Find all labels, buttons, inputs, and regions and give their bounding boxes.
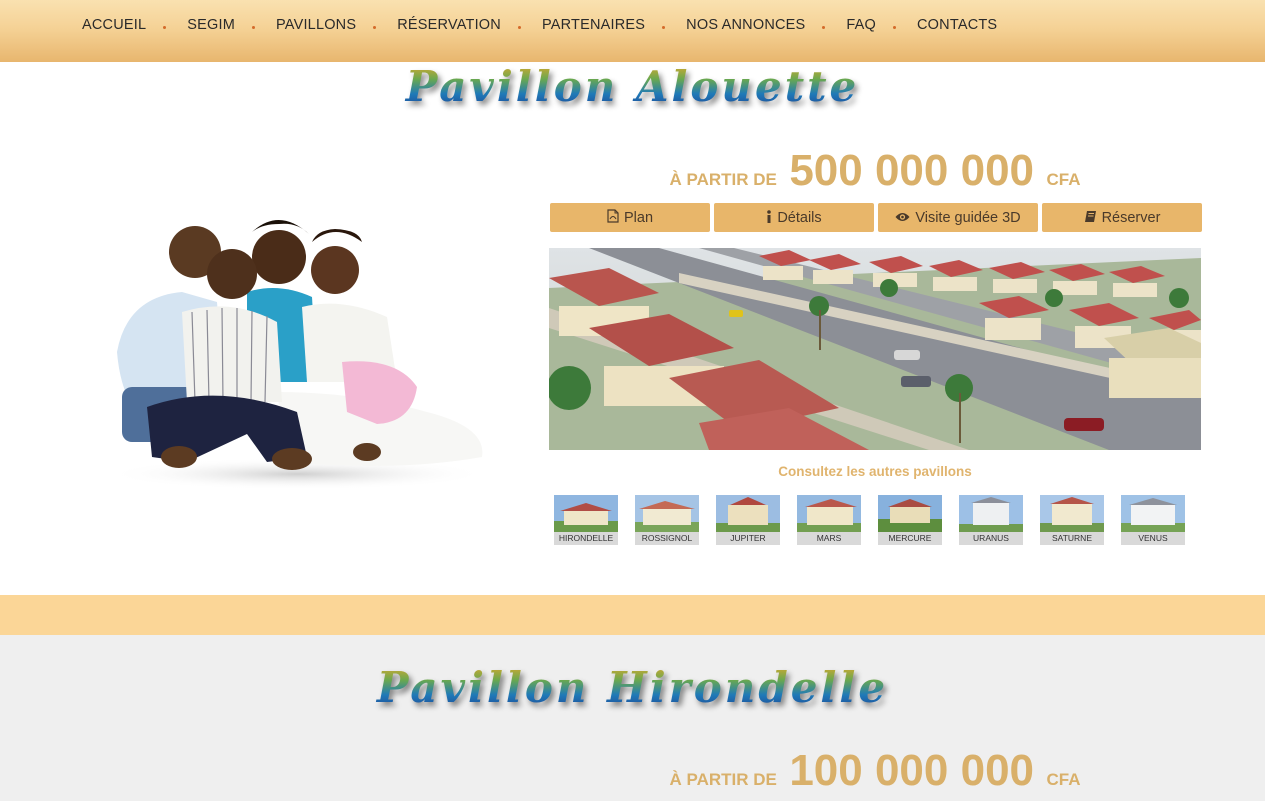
nav-separator: [517, 26, 521, 29]
thumbnail-jupiter[interactable]: JUPITER: [716, 495, 780, 545]
thumbnail-hirondelle[interactable]: HIRONDELLE: [554, 495, 618, 545]
book-icon: [1084, 210, 1097, 226]
visite-3d-button[interactable]: Visite guidée 3D: [878, 203, 1038, 232]
pavillon-title: Pavillon Alouette: [0, 62, 1265, 111]
eye-icon: [895, 211, 910, 225]
nav-separator: [822, 26, 826, 29]
nav-separator: [373, 26, 377, 29]
thumbnail-saturne[interactable]: SATURNE: [1040, 495, 1104, 545]
nav-item-nos-annonces[interactable]: NOS ANNONCES: [686, 17, 805, 33]
section-divider-band: [0, 595, 1265, 635]
thumbnail-mercure[interactable]: MERCURE: [878, 495, 942, 545]
thumbnail-label: JUPITER: [716, 532, 780, 545]
thumbnail-rossignol[interactable]: ROSSIGNOL: [635, 495, 699, 545]
thumbnail-label: URANUS: [959, 532, 1023, 545]
info-icon: [766, 209, 772, 226]
thumbnail-label: MARS: [797, 532, 861, 545]
thumbnail-label: SATURNE: [1040, 532, 1104, 545]
file-pdf-icon: [607, 209, 619, 226]
nav-item-partenaires[interactable]: PARTENAIRES: [542, 17, 645, 33]
thumbnail-uranus[interactable]: URANUS: [959, 495, 1023, 545]
reserver-button[interactable]: Réserver: [1042, 203, 1202, 232]
plan-button-label: Plan: [623, 209, 654, 226]
thumbnail-venus[interactable]: VENUS: [1121, 495, 1185, 545]
nav-item-pavillons[interactable]: PAVILLONS: [276, 17, 356, 33]
thumbnail-label: MERCURE: [878, 532, 942, 545]
nav-separator: [893, 26, 897, 29]
nav-separator: [163, 26, 167, 29]
nav-item-segim[interactable]: SEGIM: [187, 17, 235, 33]
nav-item-accueil[interactable]: ACCUEIL: [82, 17, 146, 33]
estate-render-image: [549, 248, 1201, 450]
price-prefix: À PARTIR DE: [669, 170, 777, 189]
nav-item-contacts[interactable]: CONTACTS: [917, 17, 997, 33]
nav-separator: [662, 26, 666, 29]
nav-separator: [251, 26, 255, 29]
price-amount: 100 000 000: [789, 746, 1035, 795]
price-prefix: À PARTIR DE: [669, 770, 777, 789]
details-button-label: Détails: [777, 209, 822, 226]
action-buttons: Plan Détails Visite guidée 3D Réserver: [550, 203, 1202, 232]
nav-item-faq[interactable]: FAQ: [846, 17, 876, 33]
price-amount: 500 000 000: [789, 146, 1035, 195]
other-pavillons-label: Consultez les autres pavillons: [778, 464, 972, 479]
reserver-button-label: Réserver: [1101, 209, 1161, 226]
thumbnail-label: ROSSIGNOL: [635, 532, 699, 545]
price-currency: CFA: [1046, 770, 1081, 789]
other-pavillons-thumbnails: HIRONDELLE ROSSIGNOL JUPITER MARS MERCUR…: [554, 495, 1185, 545]
visite-3d-button-label: Visite guidée 3D: [915, 209, 1021, 226]
price-block: À PARTIR DE 500 000 000 CFA: [549, 146, 1201, 196]
nav-item-reservation[interactable]: RÉSERVATION: [397, 17, 501, 33]
price-currency: CFA: [1046, 170, 1081, 189]
plan-button[interactable]: Plan: [550, 203, 710, 232]
thumbnail-label: VENUS: [1121, 532, 1185, 545]
details-button[interactable]: Détails: [714, 203, 874, 232]
pavillon-title: Pavillon Hirondelle: [0, 663, 1265, 712]
nav-menu: ACCUEIL SEGIM PAVILLONS RÉSERVATION PART…: [82, 17, 997, 33]
family-photo: [97, 212, 492, 492]
thumbnail-mars[interactable]: MARS: [797, 495, 861, 545]
top-navigation-bar: ACCUEIL SEGIM PAVILLONS RÉSERVATION PART…: [0, 0, 1265, 62]
thumbnail-label: HIRONDELLE: [554, 532, 618, 545]
price-block: À PARTIR DE 100 000 000 CFA: [549, 746, 1201, 796]
